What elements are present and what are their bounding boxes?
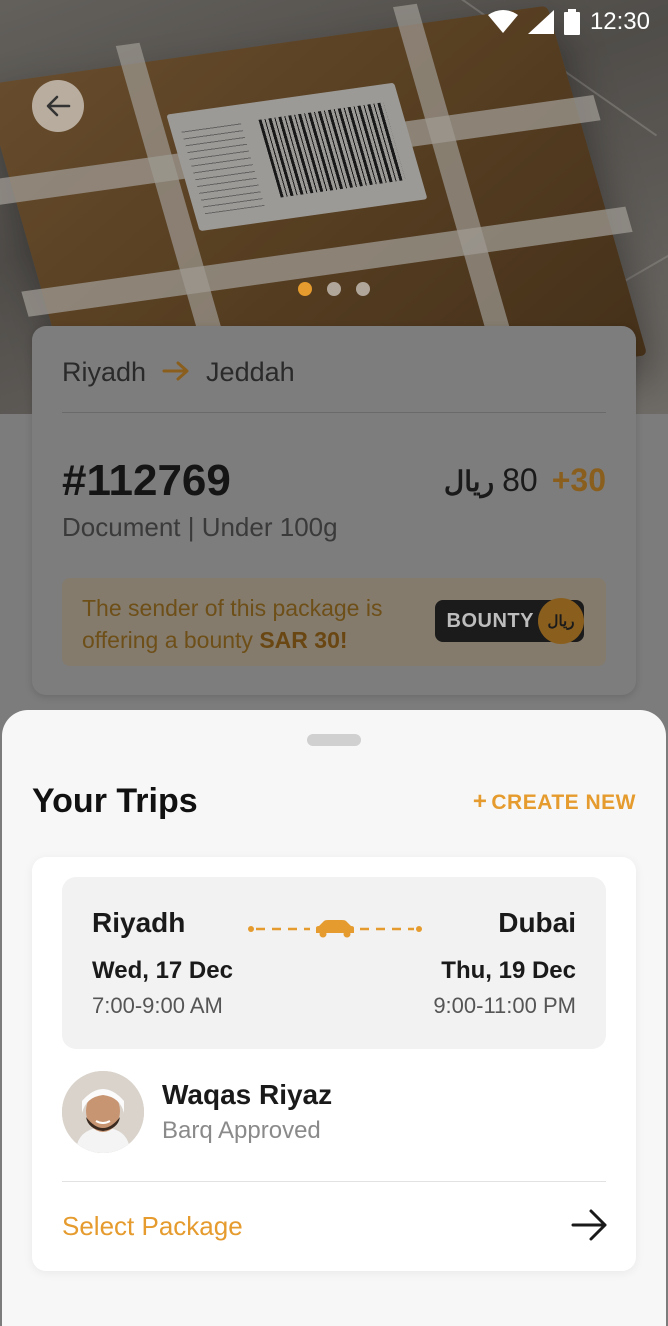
trip-route-panel: Riyadh Dubai Wed, 17 Dec Thu, 19 Dec 7:0… — [62, 877, 606, 1049]
package-id: #112769 — [62, 456, 231, 505]
bounty-banner: The sender of this package is offering a… — [62, 578, 606, 666]
traveler-status: Barq Approved — [162, 1117, 321, 1144]
signal-icon — [527, 10, 554, 34]
car-route-icon — [248, 920, 422, 938]
battery-icon — [563, 9, 580, 35]
riyal-seal-icon: ريال — [538, 598, 584, 644]
create-new-button[interactable]: + CREATE NEW — [473, 788, 636, 816]
status-bar: 12:30 — [487, 8, 650, 36]
divider — [62, 1181, 606, 1182]
package-route: Riyadh Jeddah — [62, 356, 295, 388]
car-icon — [316, 920, 354, 938]
trip-from-city: Riyadh — [92, 907, 186, 938]
sheet-title: Your Trips — [32, 782, 198, 820]
trip-to-city: Dubai — [498, 907, 576, 938]
plus-icon: + — [472, 788, 488, 815]
package-card: Riyadh Jeddah #112769 ريال 80 +30 Docume… — [32, 326, 636, 695]
package-price: ريال 80 +30 — [444, 462, 606, 499]
destination-city: Jeddah — [206, 356, 295, 387]
origin-city: Riyadh — [62, 356, 147, 387]
traveler-avatar — [62, 1071, 144, 1153]
back-button[interactable] — [32, 80, 84, 132]
trip-card[interactable]: Riyadh Dubai Wed, 17 Dec Thu, 19 Dec 7:0… — [32, 857, 636, 1271]
bounty-extra: +30 — [551, 462, 606, 498]
trip-from-time: 7:00-9:00 AM — [92, 993, 223, 1018]
arrow-left-icon — [46, 95, 71, 117]
wifi-icon — [487, 10, 518, 33]
arrow-right-icon[interactable] — [570, 1207, 610, 1243]
traveler-name: Waqas Riyaz — [162, 1079, 333, 1110]
trips-bottom-sheet: Your Trips + CREATE NEW Riyadh Dubai Wed,… — [2, 710, 666, 1326]
carousel-dot[interactable] — [356, 282, 370, 296]
currency-symbol: ريال — [443, 466, 495, 497]
divider — [62, 412, 606, 413]
carousel-dots — [298, 282, 370, 296]
drag-handle[interactable] — [307, 734, 361, 746]
trip-from-date: Wed, 17 Dec — [92, 957, 233, 984]
bounty-amount: SAR 30! — [259, 627, 348, 653]
select-package-link[interactable]: Select Package — [62, 1211, 243, 1242]
traveler-info: Waqas Riyaz Barq Approved — [62, 1071, 332, 1153]
carousel-dot[interactable] — [327, 282, 341, 296]
trip-to-time: 9:00-11:00 PM — [433, 993, 576, 1018]
arrow-right-icon — [162, 356, 190, 388]
package-meta: Document | Under 100g — [62, 512, 338, 542]
clock: 12:30 — [589, 8, 650, 35]
price-value: 80 — [502, 462, 538, 498]
bounty-message: The sender of this package is offering a… — [82, 595, 383, 653]
carousel-dot[interactable] — [298, 282, 312, 296]
trip-to-date: Thu, 19 Dec — [441, 957, 576, 984]
